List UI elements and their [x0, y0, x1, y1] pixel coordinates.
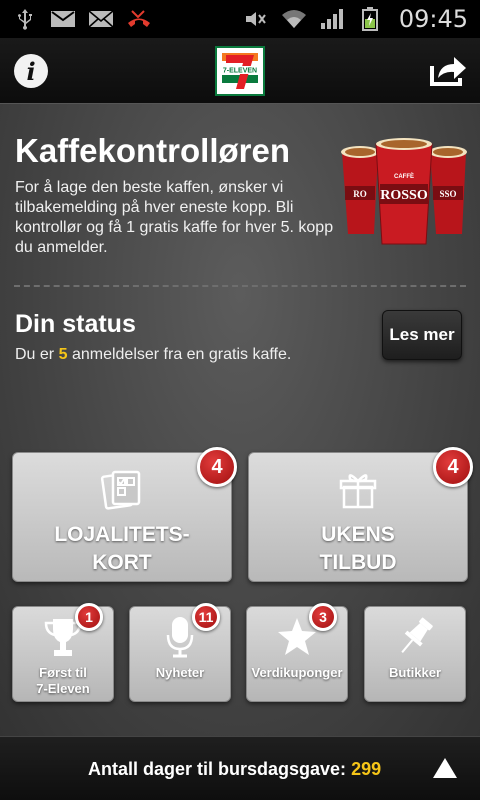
loyalty-card-tile[interactable]: LOJALITETS- KORT 4 [12, 447, 237, 582]
status-text-after: anmeldelser fra en gratis kaffe. [71, 346, 292, 363]
status-text: Du er 5 anmeldelser fra en gratis kaffe. [15, 346, 291, 364]
news-tile[interactable]: Nyheter 11 [129, 603, 231, 702]
coffee-cups-image: CAFFÈ ROSSO RO SSO [336, 138, 472, 248]
wifi-icon [281, 8, 307, 30]
usb-icon [12, 8, 38, 30]
weekly-offer-tile[interactable]: UKENS TILBUD 4 [248, 447, 473, 582]
stores-tile[interactable]: Butikker [364, 606, 466, 702]
loyalty-card-badge: 4 [197, 447, 237, 487]
birthday-countdown: Antall dager til bursdagsgave: 299 [88, 759, 381, 780]
loyalty-card-icon [100, 467, 144, 511]
svg-text:SSO: SSO [439, 189, 456, 199]
gmail-icon [50, 8, 76, 30]
coupons-badge: 3 [309, 603, 337, 631]
birthday-days: 299 [351, 759, 382, 779]
stores-label: Butikker [388, 665, 442, 680]
logo-text: 7-ELEVEN [223, 68, 257, 75]
status-bar: 09:45 [0, 0, 480, 38]
weekly-offer-badge: 4 [433, 447, 473, 487]
loyalty-card-label: LOJALITETS- KORT [54, 523, 190, 574]
page-title: Kaffekontrolløren [15, 132, 291, 169]
missed-call-icon [126, 8, 152, 30]
gift-icon [336, 467, 380, 511]
battery-icon [357, 7, 383, 31]
birthday-label: Antall dager til bursdagsgave: [88, 759, 347, 779]
status-title: Din status [15, 310, 136, 338]
first-to-seven-eleven-tile[interactable]: Først til 7-Eleven 1 [12, 603, 114, 702]
bottom-bar: Antall dager til bursdagsgave: 299 [0, 736, 480, 800]
weekly-offer-label: UKENS TILBUD [319, 523, 397, 574]
info-icon[interactable]: i [14, 54, 48, 88]
svg-text:ROSSO: ROSSO [380, 188, 428, 203]
arrow-up-icon[interactable] [432, 757, 458, 779]
first-to-seven-eleven-label: Først til 7-Eleven [36, 665, 90, 696]
mute-icon [243, 8, 269, 30]
dashed-divider [14, 285, 466, 287]
news-badge: 11 [192, 603, 220, 631]
first-to-seven-eleven-badge: 1 [75, 603, 103, 631]
email-icon [88, 8, 114, 30]
read-more-button[interactable]: Les mer [382, 310, 462, 360]
top-action-bar: i 7-ELEVEN [0, 38, 480, 104]
seven-eleven-logo: 7-ELEVEN [215, 46, 265, 96]
svg-text:RO: RO [353, 189, 367, 199]
news-label: Nyheter [155, 665, 205, 680]
intro-description: For å lage den beste kaffen, ønsker vi t… [15, 179, 334, 256]
status-text-before: Du er [15, 346, 55, 363]
signal-icon [319, 8, 345, 30]
pin-icon [395, 615, 435, 659]
svg-text:CAFFÈ: CAFFÈ [394, 172, 414, 180]
share-icon[interactable] [428, 52, 468, 88]
main-content: Kaffekontrolløren For å lage den beste k… [0, 104, 480, 736]
coupons-tile[interactable]: Verdikuponger 3 [246, 603, 348, 702]
coupons-label: Verdikuponger [251, 665, 343, 680]
status-time: 09:45 [398, 5, 468, 33]
status-count: 5 [58, 346, 68, 363]
